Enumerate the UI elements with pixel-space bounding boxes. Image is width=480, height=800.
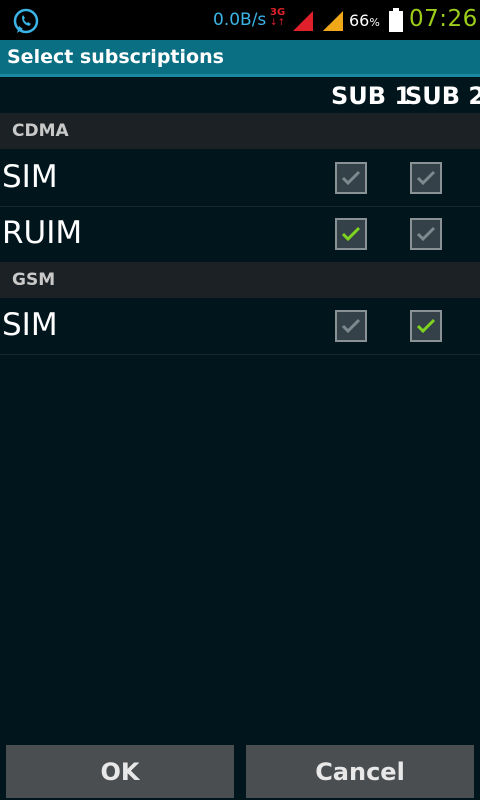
check-icon — [341, 318, 361, 334]
status-bar: 0.0B/s 3G ↓↑ 66% 07:26 — [0, 0, 480, 40]
data-arrows-icon: ↓↑ — [270, 18, 286, 28]
title-divider — [0, 74, 480, 77]
checkbox-cdma-ruim-sub2[interactable] — [410, 218, 442, 250]
checkbox-gsm-sim-sub2[interactable] — [410, 310, 442, 342]
dialog-title-bar: Select subscriptions — [0, 40, 480, 74]
check-icon — [416, 170, 436, 186]
section-header-gsm: GSM — [0, 262, 480, 298]
checkbox-cdma-sim-sub1[interactable] — [335, 162, 367, 194]
row-label: SIM — [2, 159, 58, 195]
check-icon — [416, 226, 436, 242]
check-icon — [416, 318, 436, 334]
row-label: SIM — [2, 307, 58, 343]
network-speed: 0.0B/s — [213, 10, 267, 30]
row-label: RUIM — [2, 215, 83, 251]
checkbox-gsm-sim-sub1[interactable] — [335, 310, 367, 342]
checkbox-cdma-ruim-sub1[interactable] — [335, 218, 367, 250]
section-header-label: CDMA — [12, 121, 69, 141]
section-header-cdma: CDMA — [0, 113, 480, 149]
section-header-label: GSM — [12, 270, 56, 290]
row-gsm-sim: SIM — [0, 298, 480, 355]
column-header-sub1: SUB 1 — [331, 82, 412, 110]
signal-strength-icon — [293, 11, 313, 31]
clock: 07:26 — [409, 6, 478, 32]
battery-percent: 66% — [349, 11, 380, 30]
row-cdma-sim: SIM — [0, 150, 480, 207]
check-icon — [341, 170, 361, 186]
dialog-title: Select subscriptions — [7, 46, 224, 68]
whatsapp-icon — [13, 8, 39, 34]
cancel-button[interactable]: Cancel — [246, 745, 474, 798]
row-cdma-ruim: RUIM — [0, 206, 480, 263]
column-header-sub2: SUB 2 — [405, 82, 480, 110]
battery-icon — [389, 8, 403, 32]
network-type-label: 3G — [270, 7, 286, 18]
check-icon — [341, 226, 361, 242]
network-type-indicator: 3G ↓↑ — [270, 8, 288, 32]
signal-strength-icon-2 — [323, 11, 343, 31]
ok-button[interactable]: OK — [6, 745, 234, 798]
checkbox-cdma-sim-sub2[interactable] — [410, 162, 442, 194]
